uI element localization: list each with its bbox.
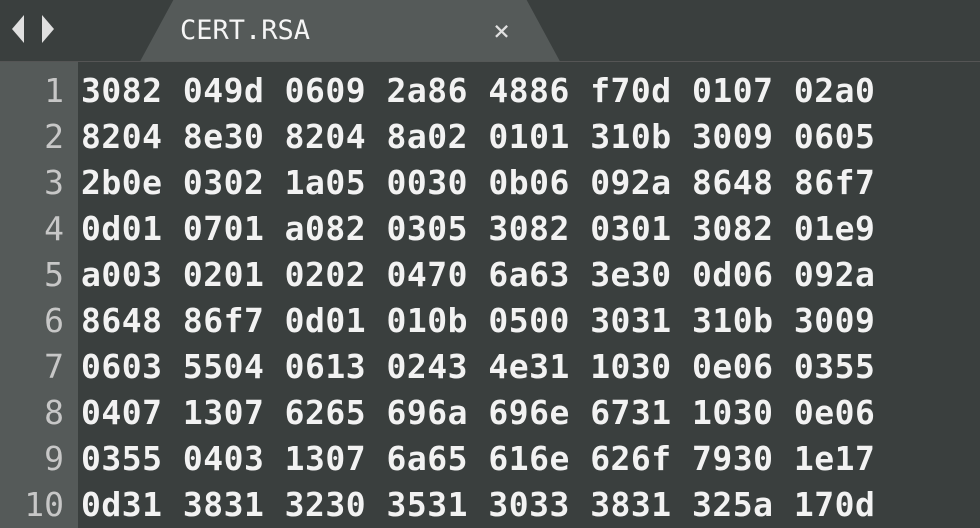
line-number: 1: [0, 68, 78, 114]
editor: 12345678910 3082 049d 0609 2a86 4886 f70…: [0, 62, 980, 528]
line-number: 3: [0, 160, 78, 206]
close-icon[interactable]: ×: [463, 17, 530, 45]
code-line: 0407 1307 6265 696a 696e 6731 1030 0e06: [78, 390, 980, 436]
line-number: 8: [0, 390, 78, 436]
line-number: 10: [0, 482, 78, 528]
code-line: 0603 5504 0613 0243 4e31 1030 0e06 0355: [78, 344, 980, 390]
line-number: 4: [0, 206, 78, 252]
tab-title: CERT.RSA: [170, 15, 463, 46]
code-line: 8648 86f7 0d01 010b 0500 3031 310b 3009: [78, 298, 980, 344]
code-line: 2b0e 0302 1a05 0030 0b06 092a 8648 86f7: [78, 160, 980, 206]
code-line: a003 0201 0202 0470 6a63 3e30 0d06 092a: [78, 252, 980, 298]
line-number: 5: [0, 252, 78, 298]
code-line: 0d01 0701 a082 0305 3082 0301 3082 01e9: [78, 206, 980, 252]
chevron-left-icon[interactable]: [6, 11, 32, 51]
line-number: 7: [0, 344, 78, 390]
file-tab[interactable]: CERT.RSA ×: [140, 0, 560, 62]
code-line: 0d31 3831 3230 3531 3033 3831 325a 170d: [78, 482, 980, 528]
code-line: 8204 8e30 8204 8a02 0101 310b 3009 0605: [78, 114, 980, 160]
line-number: 2: [0, 114, 78, 160]
line-number: 9: [0, 436, 78, 482]
code-line: 0355 0403 1307 6a65 616e 626f 7930 1e17: [78, 436, 980, 482]
line-number: 6: [0, 298, 78, 344]
code-line: 3082 049d 0609 2a86 4886 f70d 0107 02a0: [78, 68, 980, 114]
tab-bar: CERT.RSA ×: [0, 0, 980, 62]
line-number-gutter: 12345678910: [0, 62, 78, 528]
code-area[interactable]: 3082 049d 0609 2a86 4886 f70d 0107 02a08…: [78, 62, 980, 528]
chevron-right-icon[interactable]: [34, 11, 60, 51]
nav-arrows: [0, 11, 70, 51]
